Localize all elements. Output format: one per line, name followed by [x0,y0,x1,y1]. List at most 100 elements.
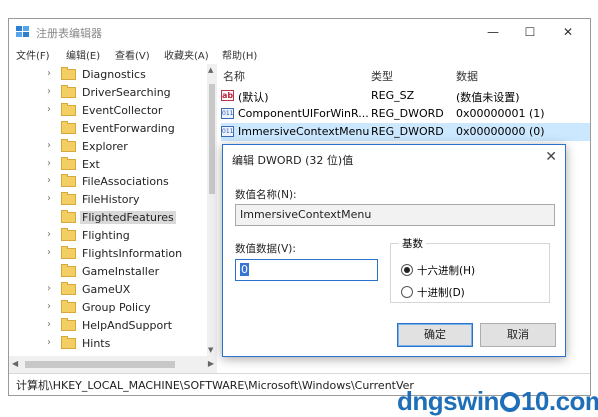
scroll-right-icon[interactable]: ▶ [208,359,214,368]
dialog-close-icon[interactable]: ✕ [545,149,557,165]
value-data: 0x00000001 (1) [456,107,545,120]
scroll-up-icon[interactable]: ▲ [208,66,213,74]
scroll-thumb[interactable] [209,84,215,194]
folder-icon [61,174,76,188]
tree-item[interactable]: › EventCollector [9,102,207,120]
menu-help[interactable]: 帮助(H) [222,47,257,62]
column-data[interactable]: 数据 [456,68,478,84]
scroll-left-icon[interactable]: ◀ [12,359,18,368]
tree-item-label: FlightedFeatures [80,211,176,225]
tree-item-label: HelpAndSupport [82,318,173,332]
value-row-componentui[interactable]: 011 ComponentUIForWinR... REG_DWORD 0x00… [221,105,590,123]
expand-chevron-icon[interactable]: › [47,140,51,151]
column-type[interactable]: 类型 [371,68,393,84]
menu-bar: 文件(F) 编辑(E) 查看(V) 收藏夹(A) 帮助(H) [9,45,590,64]
value-list-header: 名称 类型 数据 [221,64,590,84]
watermark-post: 10.com [520,386,598,416]
title-bar: 注册表编辑器 — ☐ ✕ [9,19,590,45]
expand-chevron-icon[interactable]: › [47,175,51,186]
tree-item[interactable]: GameInstaller [9,263,207,281]
menu-file[interactable]: 文件(F) [16,47,50,62]
expand-chevron-icon[interactable]: › [47,337,51,348]
dec-radio-label[interactable]: 十进制(D) [417,285,465,300]
expand-chevron-icon[interactable]: › [47,319,51,330]
tree-vertical-scrollbar[interactable]: ▲ ▼ [207,64,217,356]
value-row-immersivecontextmenu[interactable]: 011 ImmersiveContextMenu REG_DWORD 0x000… [221,123,590,141]
value-name: (默认) [238,91,269,104]
hex-radio[interactable] [401,264,413,276]
tree-item-label: Flighting [82,229,130,243]
value-data-label: 数值数据(V): [235,243,296,255]
value-data: 0x00000000 (0) [456,125,545,138]
folder-icon [61,335,76,349]
minimize-button[interactable]: — [475,19,511,45]
expand-chevron-icon[interactable]: › [47,283,51,294]
tree-item[interactable]: › GameUX [9,281,207,299]
menu-edit[interactable]: 编辑(E) [66,47,100,62]
tree-item[interactable]: › Explorer [9,138,207,156]
folder-icon [61,138,76,152]
dialog-title: 编辑 DWORD (32 位)值 [232,154,354,167]
dec-radio[interactable] [401,286,413,298]
tree-item[interactable]: FlightedFeatures [9,209,207,227]
folder-icon [61,210,76,224]
binary-value-icon: 011 [221,108,234,119]
base-groupbox: 基数 十六进制(H) 十进制(D) [390,236,550,303]
h-scroll-thumb[interactable] [25,361,175,368]
folder-icon [61,299,76,313]
tree-item-label: GameUX [82,282,131,296]
tree-item-label: EventCollector [82,103,163,117]
window-title: 注册表编辑器 [36,27,102,40]
dialog-title-bar: 编辑 DWORD (32 位)值 ✕ [223,145,565,171]
value-type: REG_DWORD [371,125,444,138]
value-type: REG_DWORD [371,107,444,120]
tree-item[interactable]: › Hints [9,335,207,353]
value-data-field[interactable]: 0 [235,259,378,281]
expand-chevron-icon[interactable]: › [47,247,51,258]
column-name[interactable]: 名称 [223,68,245,84]
tree-item-label: EventForwarding [82,121,175,135]
expand-chevron-icon[interactable]: › [47,68,51,79]
string-value-icon: ab [221,90,234,101]
tree-item-label: GameInstaller [82,264,160,278]
value-name: ComponentUIForWinR... [238,107,368,120]
scroll-down-icon[interactable]: ▼ [208,346,213,354]
tree-item-label: FileHistory [82,193,140,207]
site-watermark: dngswin 10.com [397,386,598,416]
expand-chevron-icon[interactable]: › [47,301,51,312]
value-name-label: 数值名称(N): [235,189,297,201]
watermark-pre: dngswin [397,386,499,416]
edit-dword-dialog: 编辑 DWORD (32 位)值 ✕ 数值名称(N): ImmersiveCon… [222,144,566,357]
close-button[interactable]: ✕ [550,19,586,45]
hex-radio-label[interactable]: 十六进制(H) [417,263,475,278]
value-name-field[interactable]: ImmersiveContextMenu [235,204,555,226]
tree-item-label: FlightsInformation [82,247,183,260]
tree-item[interactable]: › Group Policy [9,299,207,317]
expand-chevron-icon[interactable]: › [47,86,51,97]
tree-item-label: Diagnostics [82,68,146,81]
expand-chevron-icon[interactable]: › [47,104,51,115]
menu-favorites[interactable]: 收藏夹(A) [164,47,209,62]
tree-item[interactable]: › Ext [9,156,207,174]
value-row-default[interactable]: ab (默认) REG_SZ (数值未设置) [221,87,590,105]
folder-icon [61,156,76,170]
tree-horizontal-scrollbar[interactable]: ◀ ▶ [9,356,217,373]
tree-item[interactable]: › DriverSearching [9,84,207,102]
tree-item[interactable]: › FlightsInformation [9,245,207,263]
ok-button[interactable]: 确定 [397,323,473,347]
expand-chevron-icon[interactable]: › [47,229,51,240]
tree-item[interactable]: › Flighting [9,227,207,245]
expand-chevron-icon[interactable]: › [47,158,51,169]
tree-item[interactable]: › HelpAndSupport [9,317,207,335]
cancel-button[interactable]: 取消 [480,323,556,347]
menu-view[interactable]: 查看(V) [115,47,150,62]
tree-item[interactable]: › Diagnostics [9,66,207,84]
tree-item[interactable]: › FileHistory [9,191,207,209]
tree-item[interactable]: EventForwarding [9,120,207,138]
base-label: 基数 [399,236,426,251]
folder-icon [61,317,76,331]
expand-chevron-icon[interactable]: › [47,193,51,204]
maximize-button[interactable]: ☐ [512,19,548,45]
tree-item-label: Ext [82,157,100,171]
tree-item[interactable]: › FileAssociations [9,173,207,191]
